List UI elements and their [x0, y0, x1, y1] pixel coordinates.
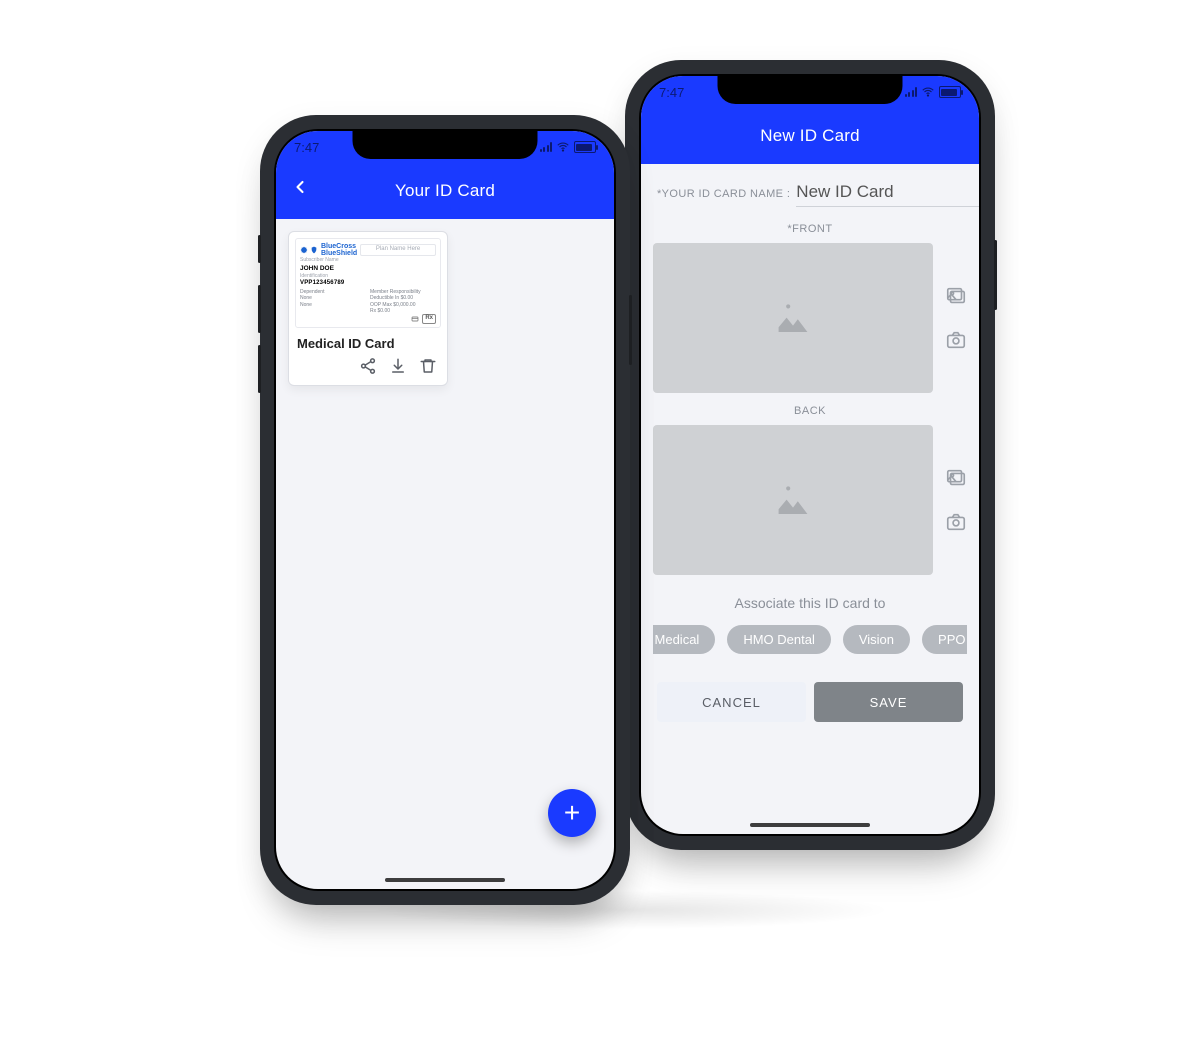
- image-placeholder-icon: [773, 482, 813, 519]
- wifi-icon: [556, 140, 570, 154]
- signal-icon: [905, 87, 918, 97]
- status-time: 7:47: [659, 85, 684, 100]
- page-title: Your ID Card: [395, 181, 495, 201]
- chip-hmo-dental[interactable]: HMO Dental: [727, 625, 831, 654]
- tile-title: Medical ID Card: [289, 334, 447, 353]
- home-indicator: [385, 878, 505, 882]
- back-label: BACK: [653, 405, 967, 417]
- phone-right: 7:47 New ID Card *YOUR ID CARD NAME :: [625, 60, 995, 850]
- id-card-tile[interactable]: BlueCross BlueShield Plan Name Here Subs…: [288, 231, 448, 386]
- brand-name: BlueCross BlueShield: [321, 243, 357, 257]
- download-button[interactable]: [389, 357, 407, 375]
- notch: [718, 76, 903, 104]
- card-name-input[interactable]: [796, 182, 979, 207]
- save-button[interactable]: SAVE: [814, 682, 963, 722]
- add-card-fab[interactable]: +: [548, 789, 596, 837]
- page-title: New ID Card: [760, 126, 860, 146]
- phone-left: 7:47 Your ID Card: [260, 115, 630, 905]
- front-image-dropzone[interactable]: [653, 243, 933, 393]
- bcbs-logo-icon: [300, 246, 318, 254]
- image-placeholder-icon: [773, 300, 813, 337]
- camera-button[interactable]: [945, 329, 967, 351]
- battery-icon: [574, 141, 596, 153]
- battery-icon: [939, 86, 961, 98]
- delete-button[interactable]: [419, 357, 437, 375]
- id-card-thumbnail: BlueCross BlueShield Plan Name Here Subs…: [295, 238, 441, 328]
- plan-name-placeholder: Plan Name Here: [360, 244, 436, 256]
- rx-badge: Rx: [422, 314, 436, 324]
- status-time: 7:47: [294, 140, 319, 155]
- back-button[interactable]: [290, 177, 310, 197]
- back-image-dropzone[interactable]: [653, 425, 933, 575]
- wifi-icon: [921, 85, 935, 99]
- gallery-button[interactable]: [945, 285, 967, 307]
- chip-ppo[interactable]: PPO: [922, 625, 967, 654]
- signal-icon: [540, 142, 553, 152]
- chip-vision[interactable]: Vision: [843, 625, 910, 654]
- chip-medical[interactable]: Medical: [653, 625, 715, 654]
- associate-label: Associate this ID card to: [653, 595, 967, 611]
- front-label: *FRONT: [653, 223, 967, 235]
- cancel-button[interactable]: CANCEL: [657, 682, 806, 722]
- subscriber-name: JOHN DOE: [300, 265, 436, 273]
- card-name-field: *YOUR ID CARD NAME :: [653, 174, 967, 211]
- plus-icon: +: [564, 797, 580, 829]
- gallery-button[interactable]: [945, 467, 967, 489]
- camera-button[interactable]: [945, 511, 967, 533]
- notch: [353, 131, 538, 159]
- share-button[interactable]: [359, 357, 377, 375]
- associate-chips: Medical HMO Dental Vision PPO: [653, 625, 967, 654]
- card-name-label: *YOUR ID CARD NAME :: [657, 188, 790, 200]
- id-number: VPP123456789: [300, 280, 436, 288]
- home-indicator: [750, 823, 870, 827]
